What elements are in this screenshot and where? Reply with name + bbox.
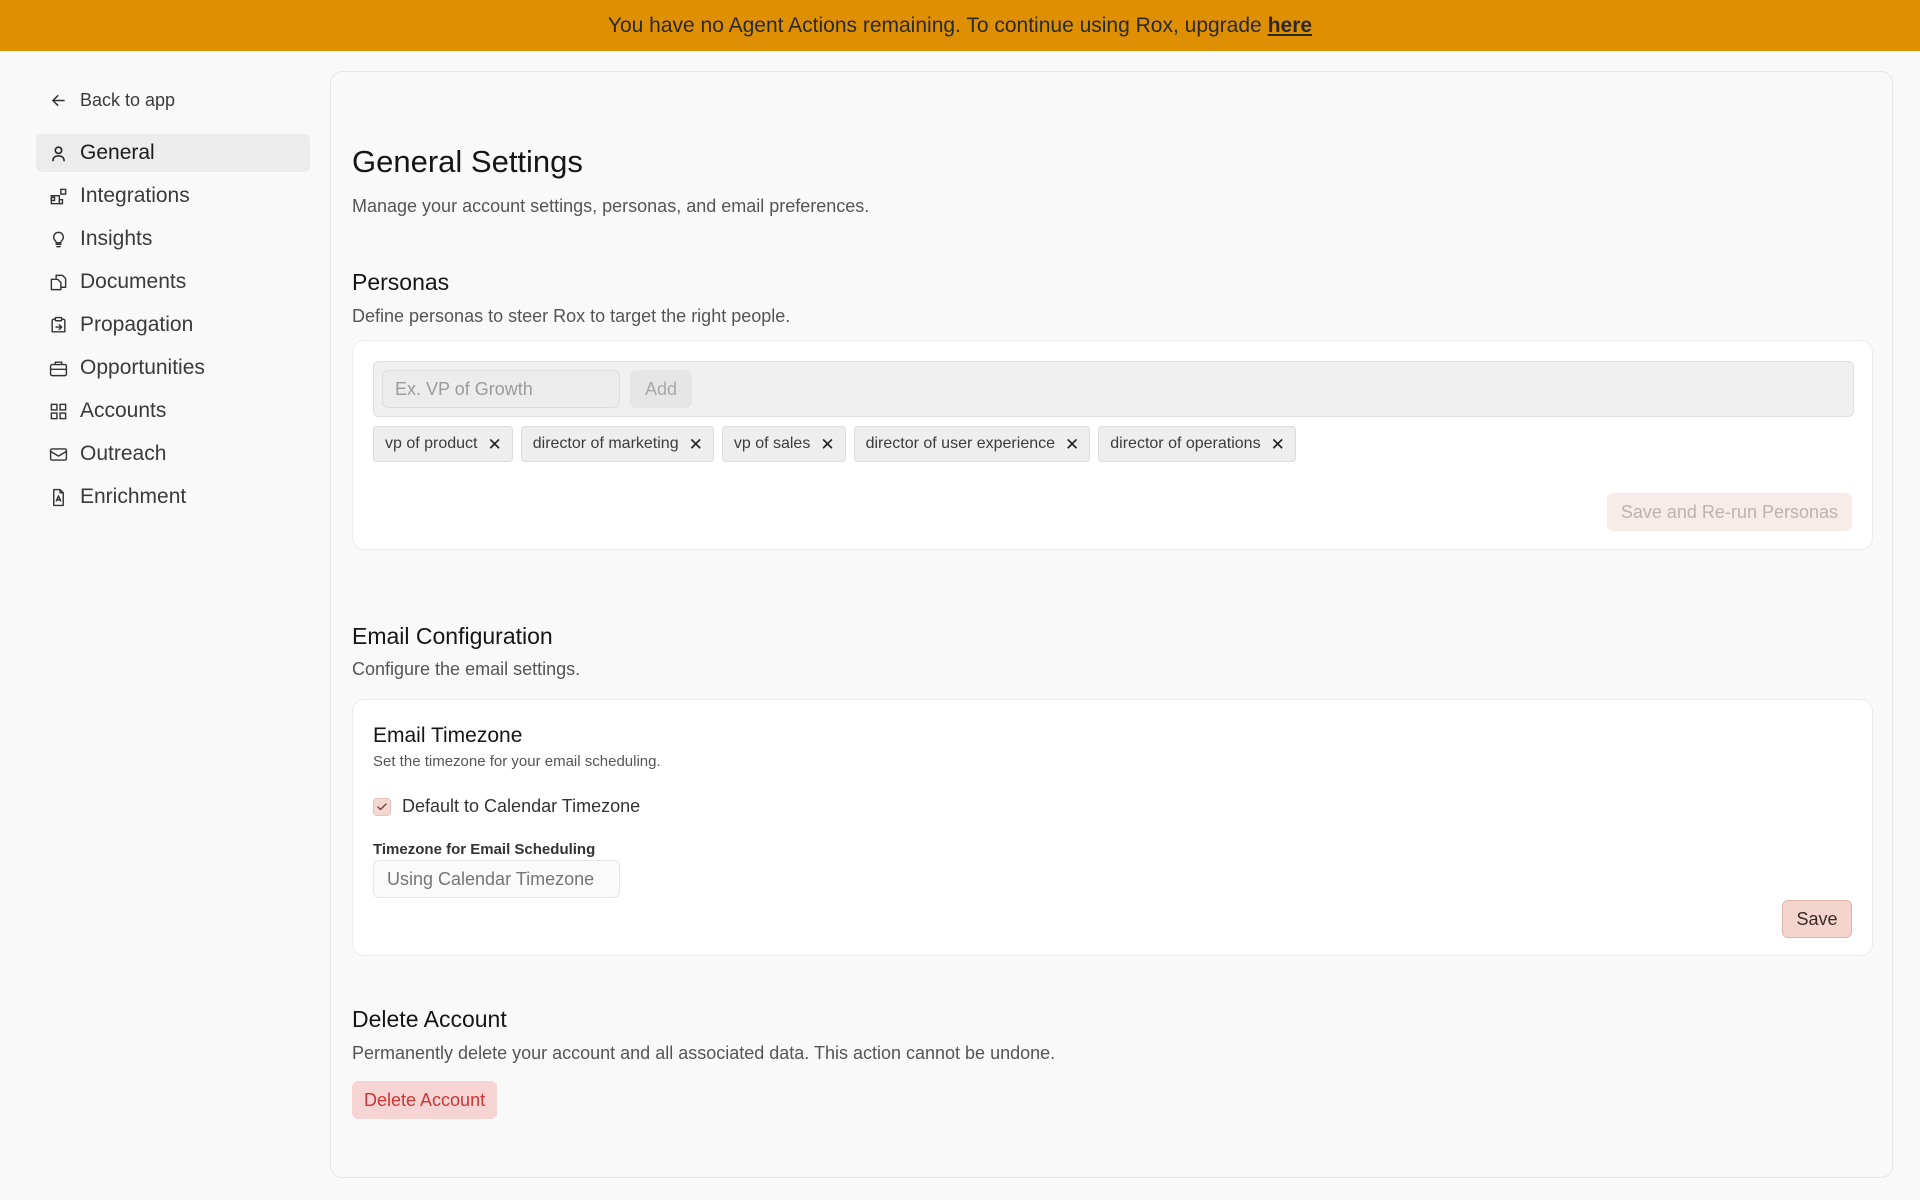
persona-tag: vp of sales ✕ [721,426,846,462]
sidebar-item-accounts[interactable]: Accounts [36,392,310,430]
persona-tag-label: vp of sales [733,435,811,452]
persona-tag-label: director of operations [1110,435,1261,452]
email-timezone-title: Email Timezone [373,724,523,747]
lightbulb-icon [53,231,64,247]
email-config-heading: Email Configuration [352,623,553,649]
remove-tag-icon[interactable]: ✕ [488,436,502,453]
sidebar-item-opportunities[interactable]: Opportunities [36,349,310,387]
calendar-timezone-checkbox[interactable] [373,797,391,816]
settings-panel: General Settings Manage your account set… [330,71,1893,1178]
mail-icon [49,447,68,461]
page-subtitle: Manage your account settings, personas, … [352,196,870,216]
remove-tag-icon[interactable]: ✕ [820,436,834,453]
settings-sidebar: Back to app General Integrations Insight… [36,80,310,521]
save-email-settings-button[interactable]: Save [1782,900,1852,938]
page-title: General Settings [352,144,583,179]
delete-account-button[interactable]: Delete Account [352,1081,498,1119]
sidebar-item-label: General [80,141,155,164]
persona-tag-label: director of marketing [532,435,679,452]
personas-heading: Personas [352,269,450,295]
sidebar-item-label: Enrichment [80,485,187,508]
timezone-input[interactable] [373,860,620,898]
add-persona-button[interactable]: Add [630,370,692,408]
sidebar-item-label: Accounts [80,399,167,422]
email-timezone-subtitle: Set the timezone for your email scheduli… [373,753,661,770]
sidebar-item-integrations[interactable]: Integrations [36,177,310,215]
delete-account-heading: Delete Account [352,1006,507,1032]
timezone-field-label: Timezone for Email Scheduling [373,841,596,858]
persona-tag-list: vp of product ✕ director of marketing ✕ … [373,426,1296,462]
upgrade-banner: You have no Agent Actions remaining. To … [0,0,1920,51]
sidebar-item-label: Outreach [80,442,167,465]
checkbox-label: Default to Calendar Timezone [402,796,641,816]
sidebar-item-label: Opportunities [80,356,205,379]
save-rerun-personas-button[interactable]: Save and Re-run Personas [1606,493,1852,531]
persona-tag-label: director of user experience [865,435,1056,452]
sidebar-item-documents[interactable]: Documents [36,263,310,301]
personas-card: Add vp of product ✕ director of marketin… [352,340,1873,550]
file-icon [53,488,64,506]
delete-account-description: Permanently delete your account and all … [352,1043,1056,1063]
persona-tag: director of operations ✕ [1098,426,1296,462]
persona-input[interactable] [382,370,620,408]
persona-tag: director of user experience ✕ [853,426,1091,462]
integrations-icon [50,188,67,204]
sidebar-item-outreach[interactable]: Outreach [36,435,310,473]
personas-description: Define personas to steer Rox to target t… [352,306,791,326]
briefcase-icon [49,360,68,376]
propagation-icon [51,316,66,333]
sidebar-item-label: Integrations [80,184,190,207]
remove-tag-icon[interactable]: ✕ [1271,436,1285,453]
sidebar-item-label: Insights [80,227,153,250]
remove-tag-icon[interactable]: ✕ [689,436,703,453]
persona-input-row: Add [373,361,1854,417]
back-label: Back to app [80,89,176,110]
persona-tag: director of marketing ✕ [520,426,714,462]
settings-nav: General Integrations Insights Documents … [36,134,310,516]
sidebar-item-propagation[interactable]: Propagation [36,306,310,344]
persona-tag-label: vp of product [385,435,478,452]
upgrade-link[interactable]: here [1268,14,1312,38]
calendar-timezone-checkbox-row[interactable]: Default to Calendar Timezone [373,796,640,817]
remove-tag-icon[interactable]: ✕ [1065,436,1079,453]
sidebar-item-label: Documents [80,270,187,293]
sidebar-item-label: Propagation [80,313,194,336]
persona-tag: vp of product ✕ [373,426,513,462]
check-icon [377,802,387,810]
back-to-app-link[interactable]: Back to app [36,80,310,120]
sidebar-item-insights[interactable]: Insights [36,220,310,258]
user-icon [52,145,65,161]
sidebar-item-enrichment[interactable]: Enrichment [36,478,310,516]
grid-icon [50,403,67,419]
sidebar-item-general[interactable]: General [36,134,310,172]
email-timezone-card: Email Timezone Set the timezone for your… [352,699,1873,956]
banner-text: You have no Agent Actions remaining. To … [607,13,1262,37]
documents-icon [50,274,67,290]
email-config-description: Configure the email settings. [352,659,581,679]
arrow-left-icon [52,94,65,106]
